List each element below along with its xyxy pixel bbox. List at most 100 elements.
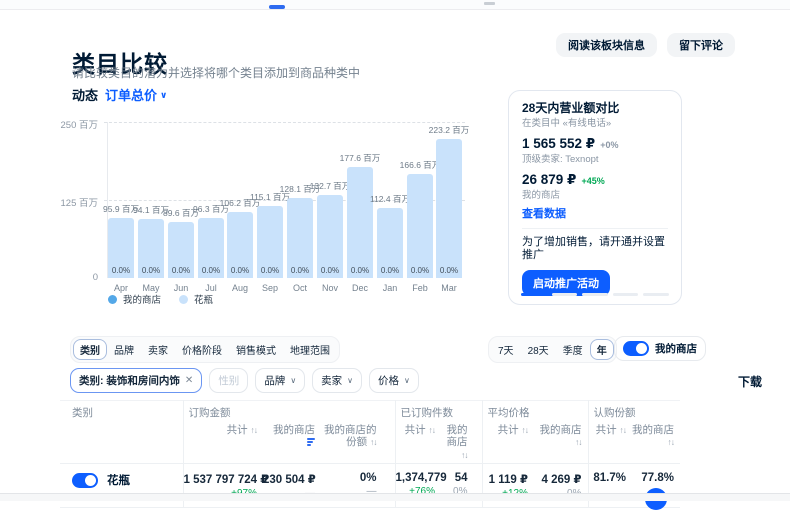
promo-text: 为了增加销售，请开通并设置推广 [522,236,668,262]
category-name: 花瓶 [107,472,130,488]
period-tab-3[interactable]: 季度 [556,339,590,360]
dimension-tab-6[interactable]: 地理范围 [283,339,337,360]
cell-ordered-amount-my: 230 504 ₽ — [263,464,321,508]
my-shop-toggle-pill[interactable]: 我的商店 [614,336,706,361]
sub-header-label: 共计 [596,424,617,436]
cell-ordered-items-total: 1,374,779 +76% [395,464,441,508]
chevron-down-icon: ∨ [160,90,167,101]
sort-share-my[interactable]: 我的商店 ↑↓ [632,422,680,464]
page-subtitle: 请比较类目的潜力并选择将哪个类目添加到商品种类中 [72,64,360,81]
sort-icon: ↑↓ [251,425,258,435]
bar-share-label: 0.0% [257,266,283,275]
value: 0% [321,472,377,484]
close-icon[interactable]: ✕ [185,375,193,386]
period-tab-4[interactable]: 年 [590,339,614,360]
turnover-summary-card: 28天内营业额对比 在类目中 «有线电话» 1 565 552 ₽ +0% 顶级… [508,90,682,305]
value: 1 537 797 724 ₽ [184,472,258,486]
table-row-vase: 花瓶 1 537 797 724 ₽ +97% 230 504 ₽ — 0% —… [60,464,680,508]
sort-icon: ↑↓ [370,437,377,447]
sort-ordered-amount-total[interactable]: 共计 ↑↓ [183,422,263,464]
chevron-down-icon: ∨ [290,376,296,385]
x-axis-label: Mar [429,283,469,293]
active-tab-indicator [269,5,285,9]
top-seller-change: +0% [600,138,618,153]
column-group-average-price: 平均价格 [482,401,588,422]
bar-share-label: 0.0% [317,266,343,275]
dimension-tab-4[interactable]: 价格阶段 [175,339,229,360]
filter-chip-3[interactable]: 品牌∨ [255,368,305,393]
value: 81.7% [589,472,627,484]
bar-share-label: 0.0% [407,266,433,275]
cell-avg-price-total: 1 119 ₽ +12% [482,464,534,508]
period-tab-1[interactable]: 7天 [491,339,521,360]
period-tab-2[interactable]: 28天 [521,339,556,360]
bar-share-label: 0.0% [377,266,403,275]
dynamics-label: 动态 [72,85,98,104]
bar-dec[interactable] [347,167,373,278]
sort-icon: ↑↓ [575,437,582,447]
dimension-tabs: 类别品牌卖家价格阶段销售模式地理范围 [70,336,340,363]
dimension-tab-5[interactable]: 销售模式 [229,339,283,360]
header-actions: 阅读该板块信息 留下评论 [556,33,735,57]
legend-item: 花瓶 [179,292,213,306]
my-shop-value: 26 879 ₽ [522,172,576,187]
cell-ordered-amount-share: 0% — [321,464,395,508]
dimension-tab-1[interactable]: 类别 [73,339,107,360]
chart-metric-row: 动态 订单总价 ∨ [72,85,167,104]
bar-feb[interactable] [407,174,433,278]
cell-ordered-items-my: 54 0% [441,464,482,508]
filter-chip-2: 性别 [209,368,248,393]
view-data-link[interactable]: 查看数据 [522,208,668,220]
sub-header-label: 共计 [498,424,519,436]
column-group-ordered-items: 已订购件数 [395,401,482,422]
card-title: 28天内营业额对比 [522,101,668,116]
filter-chip-5[interactable]: 价格∨ [369,368,419,393]
dimension-tab-3[interactable]: 卖家 [141,339,175,360]
my-shop-toggle[interactable] [623,341,649,356]
dimension-tab-2[interactable]: 品牌 [107,339,141,360]
sort-ordered-amount-share[interactable]: 我的商店的份额 ↑↓ [321,422,395,464]
leave-comment-button[interactable]: 留下评论 [667,33,735,57]
sort-icon: ↑↓ [668,437,675,447]
sort-icon: ↑↓ [522,425,529,435]
bar-share-label: 0.0% [347,266,373,275]
bar-share-label: 0.0% [436,266,462,275]
metric-selector[interactable]: 订单总价 ∨ [105,85,167,104]
carousel-page-1[interactable] [521,293,547,296]
category-cell: 花瓶 [60,464,183,508]
carousel-page-5[interactable] [643,293,669,296]
card-subtitle: 在类目中 «有线电话» [522,118,668,129]
value: 77.8% [632,472,674,484]
filter-chip-4[interactable]: 卖家∨ [312,368,362,393]
sort-avg-price-my[interactable]: 我的商店 ↑↓ [534,422,588,464]
carousel-page-3[interactable] [582,293,608,296]
chip-label: 价格 [378,373,399,388]
sort-ordered-amount-my[interactable]: 我的商店 [263,422,321,464]
sort-ordered-items-total[interactable]: 共计 ↑↓ [395,422,441,464]
sort-ordered-items-my[interactable]: 我的商店 ↑↓ [441,422,482,464]
top-seller-value: 1 565 552 ₽ [522,136,595,151]
chip-label: 卖家 [321,373,342,388]
download-button[interactable]: 下载 [732,372,768,391]
bar-chart: 95.9 百万0.0%Apr94.1 百万0.0%May89.6 百万0.0%J… [108,122,466,278]
my-shop-change: +45% [581,174,604,189]
filter-chip-1[interactable]: 类别: 装饰和房间内饰✕ [70,368,202,393]
value: 1,374,779 [396,472,436,484]
sort-share-total[interactable]: 共计 ↑↓ [588,422,632,464]
sub-header-label: 我的商店的份额 [324,424,377,449]
value: 1 119 ₽ [483,472,529,486]
bar-share-label: 0.0% [227,266,253,275]
value: 230 504 ₽ [263,472,315,486]
sort-avg-price-total[interactable]: 共计 ↑↓ [482,422,534,464]
carousel-page-4[interactable] [613,293,639,296]
bar-mar[interactable] [436,139,462,278]
bar-share-label: 0.0% [168,266,194,275]
column-category: 类别 [60,401,183,422]
cell-avg-price-my: 4 269 ₽ 0% [534,464,588,508]
sub-header-label: 共计 [405,424,426,436]
legend-dot [179,295,188,304]
read-section-info-button[interactable]: 阅读该板块信息 [556,33,657,57]
row-toggle[interactable] [72,473,98,488]
carousel-page-2[interactable] [552,293,578,296]
column-group-subscription-share: 认购份额 [588,401,680,422]
